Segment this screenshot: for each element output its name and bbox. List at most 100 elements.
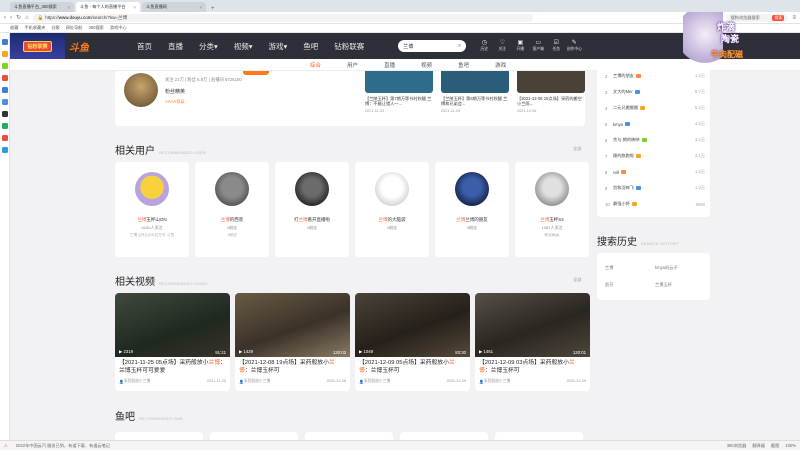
bookmark-item[interactable]: 网址导航 <box>66 25 83 31</box>
client-button[interactable]: ▭ 客户端 <box>530 40 546 52</box>
ranking-item[interactable]: 8 cell 1.5万 <box>605 169 705 175</box>
ranking-item[interactable]: 5 kmya 4.8万 <box>605 121 705 127</box>
video-title[interactable]: 【2021-12-09 05点场】采药般放小兰博：兰博玉杯可 <box>355 357 470 377</box>
nav-category[interactable]: 分类▾ <box>199 41 218 52</box>
video-card[interactable]: ▶ 2319 91:21 【2021-11-25 05点场】采药般放小兰博：兰博… <box>115 293 230 391</box>
ranking-item[interactable]: 9 剑和羽神飞 1.0万 <box>605 185 705 191</box>
tab-users[interactable]: 用户 <box>347 61 358 69</box>
site-logo[interactable]: 斗鱼 <box>69 39 109 54</box>
browser-tab-1[interactable]: 斗鱼直播平台_360搜索 × <box>10 2 74 12</box>
user-card[interactable]: 兰博的大脑袋 1粉丝 <box>355 162 429 257</box>
user-name[interactable]: 兰博玉杯S4 <box>515 217 589 223</box>
home-icon[interactable]: ⌂ <box>25 15 29 21</box>
status-item[interactable]: 截图 <box>771 443 779 449</box>
live-button[interactable]: ▣ 开播 <box>512 40 528 52</box>
video-thumbnail[interactable]: ▶ 1461 120:01 <box>475 293 590 357</box>
user-card[interactable]: 兰博兰博的朋友 3粉丝 <box>435 162 509 257</box>
close-icon[interactable]: × <box>68 5 70 10</box>
nav-live[interactable]: 直播 <box>168 41 183 52</box>
ranking-item[interactable]: 2 兰博的朋友 1.2万 <box>605 73 705 79</box>
bookmark-item[interactable]: 游戏中心 <box>110 25 127 31</box>
video-author[interactable]: 采药般放小兰博 <box>124 379 151 384</box>
status-item[interactable]: 翻译器 <box>752 443 765 449</box>
video-title[interactable]: 【2021-12-08 19点场】采药般放小兰博：兰博玉杯可 <box>235 357 350 377</box>
history-item[interactable]: 兰博 <box>605 265 613 271</box>
user-name[interactable]: 兰博玉杯山ON <box>115 217 189 223</box>
bookmark-item[interactable]: 收藏 <box>10 25 18 31</box>
tab-video[interactable]: 视频 <box>421 61 432 69</box>
avatar[interactable] <box>535 172 569 206</box>
close-icon[interactable]: × <box>134 5 136 10</box>
mini-video-card[interactable]: 【2021-12-06 15点场】采药的搬空小兰雨... 2021-12-06 <box>517 71 585 113</box>
sidebar-app-icon[interactable] <box>1 51 8 57</box>
nav-league[interactable]: 钻粉联赛 <box>334 41 364 52</box>
status-item[interactable]: 360浏览器 <box>727 443 747 449</box>
user-name[interactable]: 兰博的西装 <box>195 217 269 223</box>
event-banner[interactable]: 钻粉联赛 <box>10 33 65 59</box>
browser-tab-2[interactable]: 斗鱼 - 每个人的直播平台 × <box>76 2 140 12</box>
sidebar-app-icon[interactable] <box>1 99 8 105</box>
user-name[interactable]: 打兰博看开直播啦 <box>275 217 349 223</box>
nav-fishbar[interactable]: 鱼吧 <box>303 41 318 52</box>
sidebar-app-icon[interactable] <box>1 63 8 69</box>
close-icon[interactable]: × <box>200 5 202 10</box>
history-item[interactable]: 凯芬 <box>605 282 613 288</box>
bookmark-item[interactable]: 360搜索 <box>89 25 104 31</box>
user-card[interactable]: 兰博玉杯S4 1087人关注 粉丝精英 <box>515 162 589 257</box>
follow-button-edge[interactable] <box>243 71 269 75</box>
tab-live[interactable]: 直播 <box>384 61 395 69</box>
sidebar-app-icon[interactable] <box>1 111 8 117</box>
video-card[interactable]: ▶ 1429 120:03 【2021-12-08 19点场】采药般放小兰博：兰… <box>235 293 350 391</box>
video-author[interactable]: 采药般放小兰博 <box>364 379 391 384</box>
mini-video-card[interactable]: 【兰陵玉杯】第6期万等节村秋腿 兰博和兄弟会... 2021-11-03 <box>441 71 509 113</box>
mini-video-title[interactable]: 【2021-12-06 15点场】采药的搬空小兰雨... <box>517 96 585 107</box>
ranking-item[interactable]: 3 文大的Mer 8.7万 <box>605 89 705 95</box>
ranking-item[interactable]: 7 捷的跑跑呢 2.1万 <box>605 153 705 159</box>
mini-video-title[interactable]: 【兰陵玉杯】第7期万等节村秋腿 兰博：不能让猎人一... <box>365 96 433 107</box>
sidebar-app-icon[interactable] <box>1 87 8 93</box>
mini-video-title[interactable]: 【兰陵玉杯】第6期万等节村秋腿 兰博和兄弟会... <box>441 96 509 107</box>
zoom-level[interactable]: 100% <box>785 443 796 449</box>
ranking-item[interactable]: 4 二元兄搬搬搬 6.2万 <box>605 105 705 111</box>
avatar[interactable] <box>135 172 169 206</box>
video-card[interactable]: ▶ 1461 120:01 【2021-12-09 03点场】采药般放小兰博：兰… <box>475 293 590 391</box>
tab-all[interactable]: 综合 <box>310 61 321 69</box>
video-card[interactable]: ▶ 1049 83:30 【2021-12-09 05点场】采药般放小兰博：兰博… <box>355 293 470 391</box>
bookmark-item[interactable]: 手机收藏夹 <box>24 25 45 31</box>
menu-icon[interactable]: ≡ <box>792 15 796 21</box>
sidebar-app-icon[interactable] <box>1 39 8 45</box>
refresh-icon[interactable]: ↻ <box>16 14 21 21</box>
follow-button[interactable]: ♡ 关注 <box>494 40 510 52</box>
sidebar-app-icon[interactable] <box>1 123 8 129</box>
history-item[interactable]: kmya机云子 <box>655 265 678 271</box>
avatar[interactable] <box>124 73 158 107</box>
history-item[interactable]: 兰博玉杯 <box>655 282 672 288</box>
users-more-link[interactable]: 全部 <box>573 146 581 152</box>
nav-game[interactable]: 游戏▾ <box>269 41 288 52</box>
video-thumbnail[interactable] <box>517 71 585 93</box>
sidebar-app-icon[interactable] <box>1 147 8 153</box>
avatar[interactable] <box>295 172 329 206</box>
user-card[interactable]: 打兰博看开直播啦 1粉丝 <box>275 162 349 257</box>
forward-icon[interactable]: › <box>10 15 12 21</box>
creator-button[interactable]: ✎ 创作中心 <box>566 40 582 52</box>
avatar[interactable] <box>375 172 409 206</box>
mini-video-card[interactable]: 【兰陵玉杯】第7期万等节村秋腿 兰博：不能让猎人一... 2021-11-03 <box>365 71 433 113</box>
video-thumbnail[interactable]: ▶ 2319 91:21 <box>115 293 230 357</box>
url-field[interactable]: 🔒 https://www.douyu.com/search/?kw=兰博 <box>32 13 533 22</box>
anchor-name[interactable]: 粉丝精英 <box>165 88 185 95</box>
sidebar-app-icon[interactable] <box>1 75 8 81</box>
browser-tab-3[interactable]: 斗鱼直播网 × <box>142 2 206 12</box>
user-card[interactable]: 兰博的西装 1粉丝 1粉丝 <box>195 162 269 257</box>
history-button[interactable]: ◷ 历史 <box>476 40 492 52</box>
user-name[interactable]: 兰博的大脑袋 <box>355 217 429 223</box>
user-name[interactable]: 兰博兰博的朋友 <box>435 217 509 223</box>
video-author[interactable]: 采药般放小兰博 <box>484 379 511 384</box>
tab-fishbar[interactable]: 鱼吧 <box>458 61 469 69</box>
user-card[interactable]: 兰博玉杯山ON 4160人关注 兰博玉杯山ON官方号 斗鱼 <box>115 162 189 257</box>
video-thumbnail[interactable]: ▶ 1049 83:30 <box>355 293 470 357</box>
site-search-input[interactable]: 兰博 ⌕ <box>398 40 467 52</box>
video-author[interactable]: 采药般放小兰博 <box>244 379 271 384</box>
videos-more-link[interactable]: 全部 <box>573 277 581 283</box>
video-thumbnail[interactable] <box>441 71 509 93</box>
